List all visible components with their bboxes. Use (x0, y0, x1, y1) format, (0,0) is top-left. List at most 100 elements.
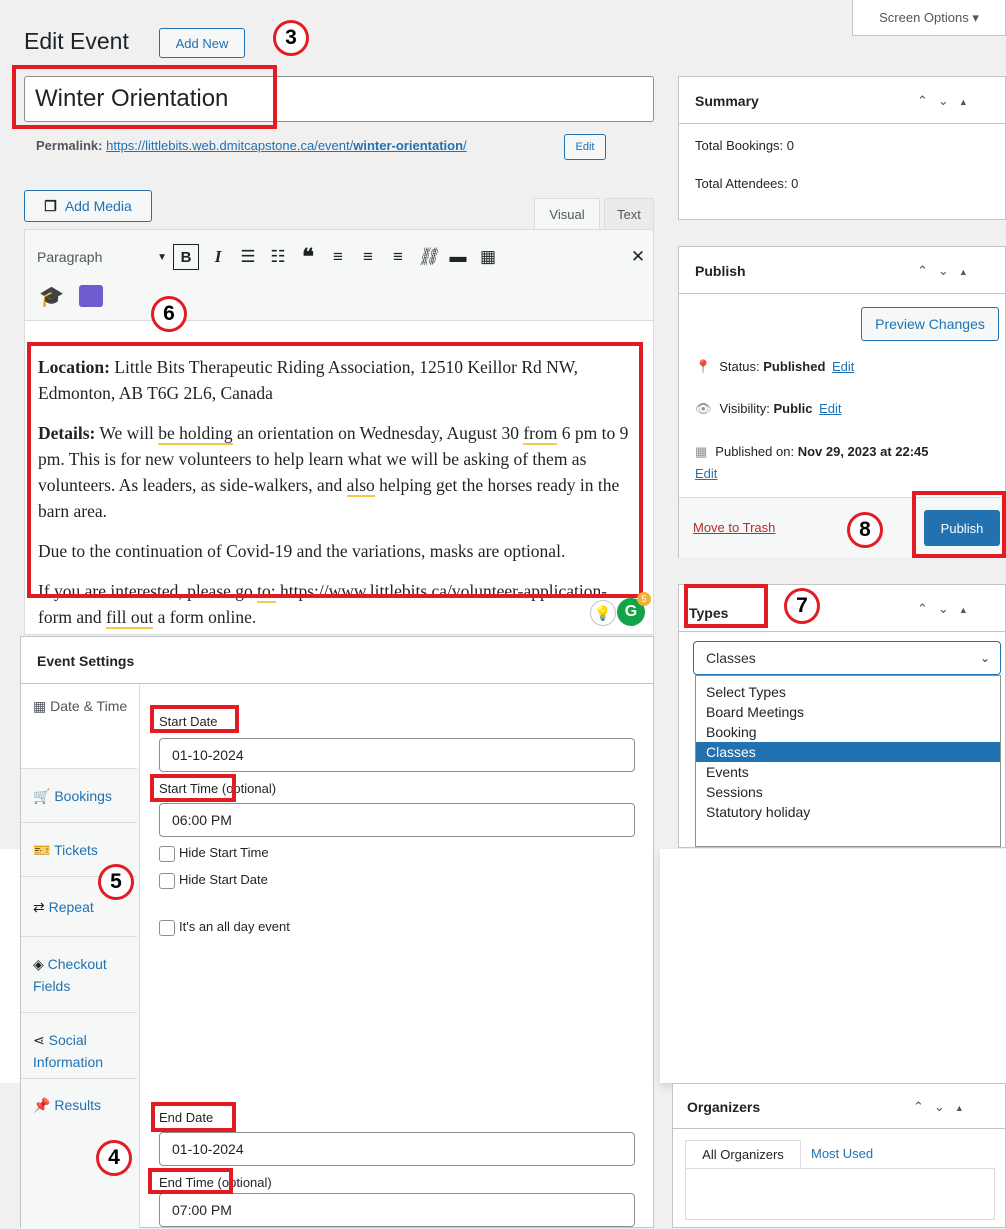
editor-toolbar: Paragraph ▼ B I ☰ ☷ ❝ ≡ ≡ ≡ ⛓ ▬ ▦ ✕ 🎓 (25, 230, 653, 321)
hide-start-time-option[interactable]: Hide Start Time (159, 845, 269, 862)
annotation-5: 5 (98, 864, 134, 900)
ticket-icon: 🎫 (33, 842, 55, 858)
tag-icon: ◈ (33, 956, 48, 972)
end-date-input[interactable]: 01-10-2024 (159, 1132, 635, 1166)
organizers-tab-most-used[interactable]: Most Used (811, 1146, 873, 1161)
tab-results[interactable]: 📌 Results (21, 1078, 137, 1130)
chevron-down-icon: ⌄ (937, 263, 959, 278)
tab-date-time[interactable]: ▦ Date & Time (21, 684, 139, 768)
organizers-arrows[interactable]: ⌃⌄▲ (913, 1099, 974, 1115)
preview-changes-button[interactable]: Preview Changes (861, 307, 999, 341)
types-option[interactable]: Booking (696, 722, 1000, 742)
fullscreen-icon[interactable]: ✕ (625, 244, 651, 270)
types-option[interactable]: Statutory holiday (696, 802, 1000, 822)
tab-text[interactable]: Text (604, 198, 654, 230)
lightbulb-icon[interactable]: 💡 (590, 600, 616, 626)
tab-social-information[interactable]: ⋖ Social Information (21, 1012, 137, 1078)
tab-visual[interactable]: Visual (534, 198, 600, 230)
permalink-row: Permalink: https://littlebits.web.dmitca… (36, 138, 467, 153)
permalink-edit-button[interactable]: Edit (564, 134, 606, 160)
location-paragraph: Location: Little Bits Therapeutic Riding… (38, 357, 579, 403)
align-center-icon[interactable]: ≡ (355, 244, 381, 270)
status-edit-link[interactable]: Edit (832, 359, 854, 374)
plugin-button-icon[interactable] (79, 285, 103, 307)
blockquote-icon[interactable]: ❝ (295, 244, 321, 270)
chevron-up-icon: ⌃ (913, 1099, 934, 1114)
post-title-input[interactable]: Winter Orientation (24, 76, 654, 122)
triangle-up-icon: ▲ (958, 267, 978, 277)
format-select[interactable]: Paragraph ▼ (37, 244, 167, 270)
numbered-list-icon[interactable]: ☷ (265, 244, 291, 270)
end-date-label: End Date (159, 1110, 214, 1125)
annotation-8: 8 (847, 512, 883, 548)
event-settings-title: Event Settings (37, 653, 135, 669)
chevron-up-icon: ⌃ (917, 93, 938, 108)
chevron-down-icon: ⌄ (937, 93, 959, 108)
calendar-icon: ▦ (695, 444, 708, 459)
bold-icon[interactable]: B (173, 244, 199, 270)
interest-paragraph: If you are interested, please go to: htt… (38, 581, 608, 629)
align-left-icon[interactable]: ≡ (325, 244, 351, 270)
bullet-list-icon[interactable]: ☰ (235, 244, 261, 270)
types-title: Types (689, 605, 729, 621)
publish-actions: Move to Trash 8 Publish (679, 497, 1005, 558)
publish-panel: Publish ⌃⌄▲ Preview Changes 📍 Status: Pub… (678, 246, 1006, 558)
end-time-input[interactable]: 07:00 PM (159, 1193, 635, 1227)
toolbar-toggle-icon[interactable]: ▦ (475, 244, 501, 270)
pin-icon: 📌 (33, 1097, 55, 1113)
triangle-up-icon: ▲ (954, 1103, 974, 1113)
types-dropdown-list: Select Types Board Meetings Booking Clas… (695, 675, 1001, 847)
covid-paragraph: Due to the continuation of Covid-19 and … (38, 541, 566, 561)
start-time-input[interactable]: 06:00 PM (159, 803, 635, 837)
composite-overlay-right (660, 849, 1006, 1083)
publish-button[interactable]: Publish (924, 510, 1000, 546)
hide-start-date-option[interactable]: Hide Start Date (159, 872, 268, 889)
italic-icon[interactable]: I (205, 244, 231, 270)
publish-arrows[interactable]: ⌃⌄▲ (917, 263, 978, 279)
annotation-4: 6 (151, 296, 187, 332)
types-option[interactable]: Board Meetings (696, 702, 1000, 722)
summary-divider (679, 123, 1005, 124)
add-media-button[interactable]: ❐ Add Media (24, 190, 152, 222)
permalink-label: Permalink: (36, 138, 103, 153)
chevron-down-icon: ⌄ (937, 601, 959, 616)
hide-start-date-checkbox[interactable] (159, 872, 175, 889)
editor-content[interactable]: Location: Little Bits Therapeutic Riding… (38, 354, 638, 644)
visibility-edit-link[interactable]: Edit (819, 401, 841, 416)
total-attendees: Total Attendees: 0 (695, 176, 799, 191)
hide-start-time-checkbox[interactable] (159, 845, 175, 862)
tab-bookings[interactable]: 🛒 Bookings (21, 768, 137, 822)
published-edit-link[interactable]: Edit (695, 466, 717, 481)
triangle-up-icon: ▲ (958, 605, 978, 615)
share-icon: ⋖ (33, 1032, 49, 1048)
summary-arrows[interactable]: ⌃⌄▲ (917, 93, 978, 109)
tab-checkout-fields[interactable]: ◈ Checkout Fields (21, 936, 137, 1012)
all-day-checkbox[interactable] (159, 919, 175, 936)
types-option[interactable]: Sessions (696, 782, 1000, 802)
types-option-selected[interactable]: Classes (696, 742, 1000, 762)
editor-container: Paragraph ▼ B I ☰ ☷ ❝ ≡ ≡ ≡ ⛓ ▬ ▦ ✕ 🎓 6 L… (24, 229, 654, 635)
all-day-option[interactable]: It's an all day event (159, 919, 290, 936)
organizers-tab-all[interactable]: All Organizers (685, 1140, 801, 1168)
start-date-label: Start Date (159, 714, 218, 729)
start-date-input[interactable]: 01-10-2024 (159, 738, 635, 772)
chevron-down-icon: ▼ (157, 251, 167, 263)
organizers-list[interactable] (685, 1168, 995, 1220)
types-option[interactable]: Select Types (696, 682, 1000, 702)
triangle-up-icon: ▲ (958, 97, 978, 107)
move-to-trash-link[interactable]: Move to Trash (693, 520, 775, 535)
graduation-cap-icon[interactable]: 🎓 (39, 284, 64, 309)
add-new-button[interactable]: Add New (159, 28, 245, 58)
permalink-link[interactable]: https://littlebits.web.dmitcapstone.ca/e… (106, 138, 467, 153)
types-select[interactable]: Classes ⌄ (693, 641, 1001, 675)
align-right-icon[interactable]: ≡ (385, 244, 411, 270)
annotation-3: 3 (273, 20, 309, 56)
grammarly-count: 5 (637, 592, 651, 606)
read-more-icon[interactable]: ▬ (445, 244, 471, 270)
types-option[interactable]: Events (696, 762, 1000, 782)
chevron-up-icon: ⌃ (917, 263, 938, 278)
chevron-up-icon: ⌃ (917, 601, 938, 616)
types-arrows[interactable]: ⌃⌄▲ (917, 601, 978, 617)
link-icon[interactable]: ⛓ (415, 244, 441, 270)
screen-options-button[interactable]: Screen Options ▾ (852, 0, 1006, 36)
